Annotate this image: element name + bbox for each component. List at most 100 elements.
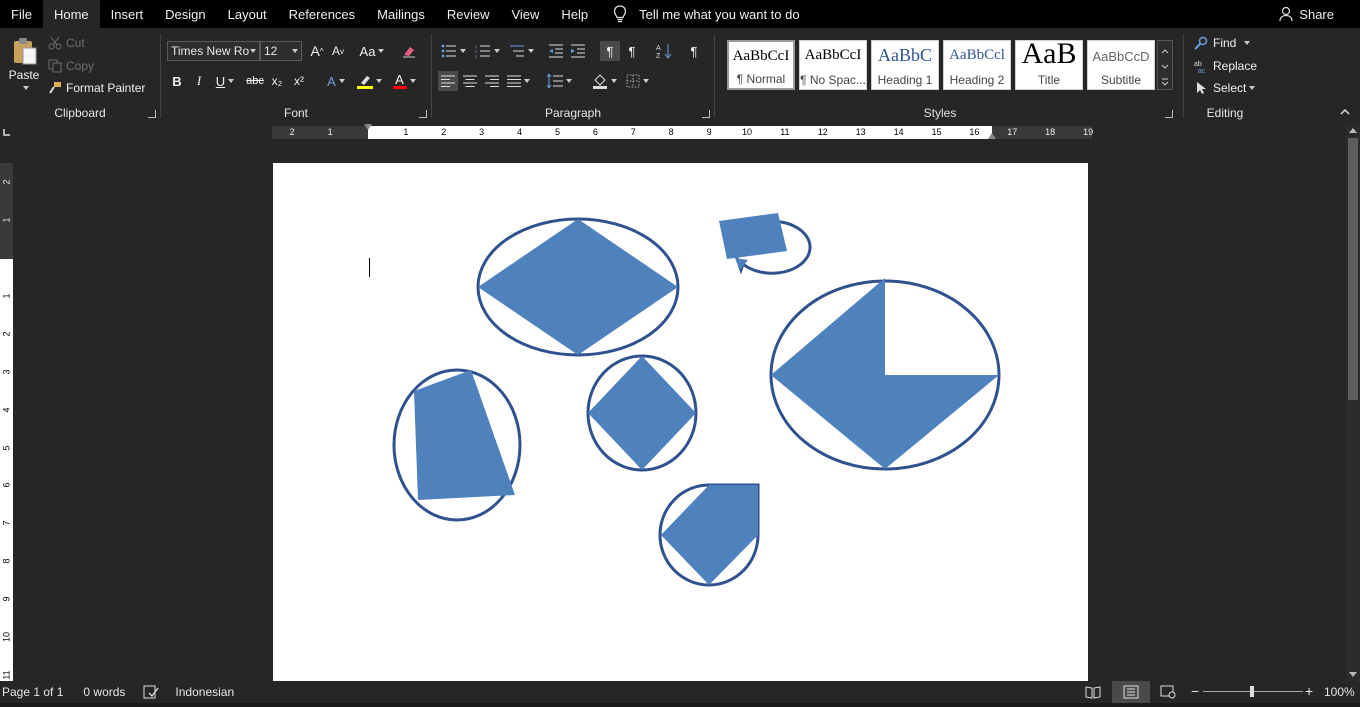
read-mode-icon[interactable] [1085,685,1101,699]
underline-button[interactable]: U [211,71,239,91]
copy-button[interactable]: Copy [48,59,94,73]
borders-button[interactable] [622,71,652,91]
clipboard-launcher-icon[interactable] [148,110,156,118]
cut-button[interactable]: Cut [48,36,85,50]
tab-review[interactable]: Review [436,0,501,28]
superscript-button[interactable]: x² [289,71,309,91]
svg-text:3: 3 [475,54,478,58]
tab-help[interactable]: Help [550,0,599,28]
style-heading-2[interactable]: AaBbCcl Heading 2 [943,40,1011,90]
zoom-level[interactable]: 100% [1324,685,1355,699]
style-title[interactable]: AaB Title [1015,40,1083,90]
highlight-color-button[interactable] [353,71,385,91]
language-indicator[interactable]: Indonesian [175,685,234,699]
style-no-spacing[interactable]: AaBbCcI ¶ No Spac... [799,40,867,90]
justify-button[interactable] [504,71,532,91]
shape-teardrop-pentagon[interactable] [658,483,760,587]
document-page[interactable] [273,163,1088,681]
ruler-number: 13 [855,127,866,137]
increase-indent-button[interactable] [568,41,588,61]
tab-mailings[interactable]: Mailings [366,0,436,28]
font-color-button[interactable]: A [389,71,419,91]
show-formatting-button[interactable]: ¶ [684,41,704,61]
page-count[interactable]: Page 1 of 1 [2,685,63,699]
line-spacing-button[interactable] [544,71,574,91]
tab-references[interactable]: References [278,0,366,28]
zoom-out-icon[interactable]: − [1191,683,1199,699]
proofing-icon[interactable] [143,685,159,699]
style-subtitle[interactable]: AaBbCcD Subtitle [1087,40,1155,90]
vertical-ruler[interactable]: 2 1 1 2 3 4 5 6 7 8 9 10 11 [0,163,13,681]
styles-launcher-icon[interactable] [1165,110,1173,118]
shrink-font-button[interactable]: Av [328,41,348,61]
style-normal[interactable]: AaBbCcI ¶ Normal [727,40,795,90]
styles-gallery-scroll[interactable] [1157,40,1173,90]
tab-insert[interactable]: Insert [100,0,155,28]
strikethrough-button[interactable]: abc [245,71,265,91]
format-painter-button[interactable]: Format Painter [48,81,145,95]
vertical-scrollbar[interactable] [1346,124,1360,681]
clear-formatting-button[interactable] [399,41,419,61]
zoom-slider[interactable] [1203,686,1303,697]
font-size-select[interactable]: 12 [260,41,302,61]
ruler-number: 9 [706,127,712,137]
paste-button[interactable]: Paste [6,36,42,100]
share-button[interactable]: Share [1279,0,1334,28]
shading-button[interactable] [588,71,620,91]
subscript-button[interactable]: x₂ [267,71,287,91]
style-name: ¶ No Spac... [800,73,866,87]
shape-circle-trapezoid[interactable] [392,368,522,522]
find-button[interactable]: Find [1194,36,1251,50]
ltr-button[interactable]: ¶ [600,41,620,61]
ruler-number: 4 [517,127,523,137]
tell-me-box[interactable]: Tell me what you want to do [613,5,800,23]
chevron-down-icon [250,49,256,53]
align-center-button[interactable] [460,71,480,91]
align-right-button[interactable] [482,71,502,91]
indent-marker[interactable] [364,124,372,130]
replace-button[interactable]: ab ac Replace [1194,59,1257,73]
bold-button[interactable]: B [167,71,187,91]
tab-home[interactable]: Home [42,0,100,28]
tab-view[interactable]: View [500,0,550,28]
shape-ellipse-chevron[interactable] [769,278,1001,471]
text-effects-button[interactable]: A [321,71,351,91]
tab-selector-icon[interactable] [2,128,11,137]
font-family-select[interactable]: Times New Ro [167,41,260,61]
ruler-number: 2 [441,127,447,137]
sort-icon: AZ [656,44,672,59]
bullets-button[interactable] [438,41,468,61]
change-case-button[interactable]: Aa [357,41,387,61]
collapse-ribbon-icon[interactable] [1340,108,1350,116]
italic-button[interactable]: I [189,71,209,91]
zoom-slider-thumb[interactable] [1250,686,1254,697]
decrease-indent-button[interactable] [546,41,566,61]
font-launcher-icon[interactable] [419,110,427,118]
rtl-button[interactable]: ¶ [622,41,642,61]
tab-file[interactable]: File [0,0,43,28]
shape-ellipse-diamond[interactable] [476,217,680,357]
align-center-icon [463,75,477,87]
tab-layout[interactable]: Layout [217,0,278,28]
scrollbar-thumb[interactable] [1348,138,1358,400]
select-button[interactable]: Select [1194,81,1256,95]
right-indent-marker[interactable] [988,133,996,139]
align-left-button[interactable] [438,71,458,91]
style-heading-1[interactable]: AaBbC Heading 1 [871,40,939,90]
paragraph-launcher-icon[interactable] [702,110,710,118]
scroll-down-icon[interactable] [1349,672,1357,678]
horizontal-ruler[interactable]: 2 1 1 2 3 4 5 6 7 8 9 10 11 12 13 14 15 16 17 18 19 [272,124,1093,139]
grow-font-button[interactable]: A ^ [307,41,327,61]
sort-button[interactable]: AZ [654,41,674,61]
shape-circle-diamond[interactable] [586,354,698,472]
word-count[interactable]: 0 words [83,685,125,699]
multilevel-list-button[interactable] [506,41,536,61]
scroll-up-icon[interactable] [1349,127,1357,133]
multilevel-list-icon [509,45,524,57]
print-layout-button[interactable] [1112,681,1150,703]
tab-design[interactable]: Design [154,0,216,28]
zoom-in-icon[interactable]: + [1305,683,1313,699]
numbering-button[interactable]: 123 [472,41,502,61]
shape-callout-square[interactable] [719,213,812,275]
web-layout-icon[interactable] [1160,685,1176,699]
